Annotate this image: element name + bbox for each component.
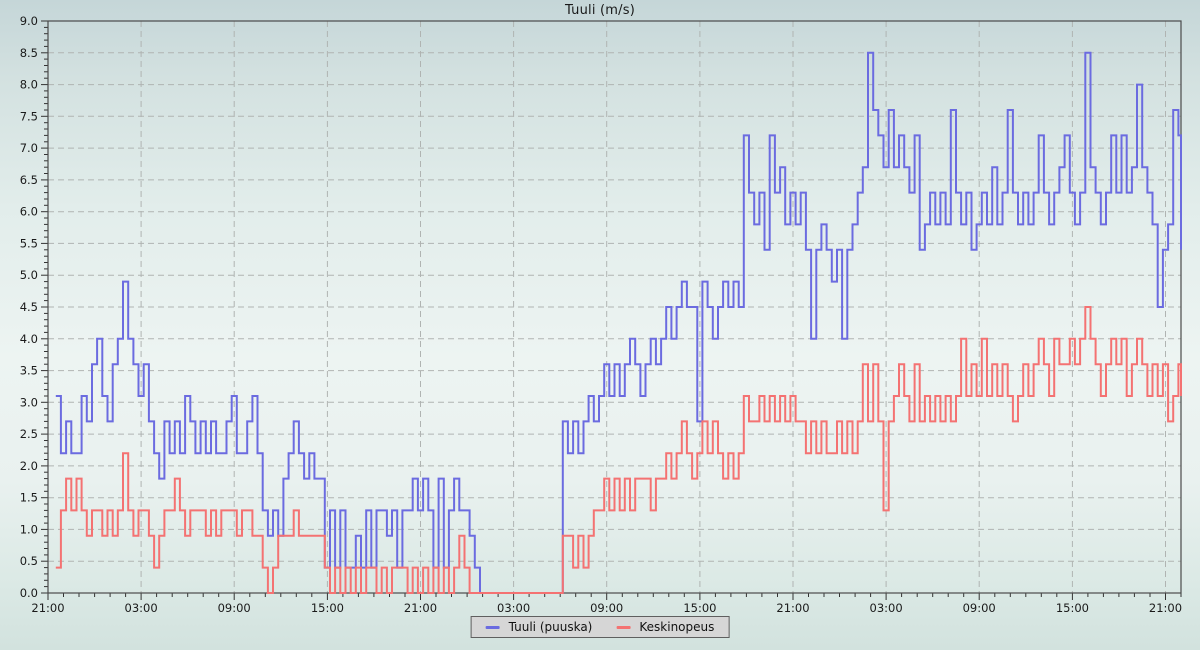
y-tick-label: 7.0	[20, 141, 38, 155]
y-tick-label: 0.0	[20, 586, 38, 600]
y-tick-label: 9.0	[20, 14, 38, 28]
x-tick-label: 03:00	[125, 601, 158, 615]
gust-line-swatch	[486, 626, 500, 629]
y-tick-label: 0.5	[20, 554, 38, 568]
x-tick-label: 09:00	[218, 601, 251, 615]
y-tick-label: 8.0	[20, 78, 38, 92]
x-tick-label: 21:00	[776, 601, 809, 615]
y-tick-label: 1.0	[20, 522, 38, 536]
y-tick-label: 5.5	[20, 236, 38, 250]
y-tick-label: 2.0	[20, 459, 38, 473]
y-tick-label: 8.5	[20, 46, 38, 60]
legend-item-gust: Tuuli (puuska)	[486, 620, 593, 634]
y-tick-label: 4.0	[20, 332, 38, 346]
legend-label-average: Keskinopeus	[639, 620, 714, 634]
gust-series-line	[56, 53, 1181, 593]
y-tick-label: 6.0	[20, 205, 38, 219]
y-tick-label: 3.0	[20, 395, 38, 409]
x-tick-label: 21:00	[404, 601, 437, 615]
y-tick-label: 4.5	[20, 300, 38, 314]
x-tick-label: 03:00	[870, 601, 903, 615]
x-tick-label: 03:00	[497, 601, 530, 615]
y-tick-label: 1.5	[20, 491, 38, 505]
legend-item-average: Keskinopeus	[616, 620, 714, 634]
chart-canvas: 0.0 0.5 1.0 1.5 2.0 2.5 3.0 3.5 4.0 4.5 5.0 5.5 6.0 6…	[0, 0, 1200, 650]
x-tick-label: 09:00	[590, 601, 623, 615]
average-series-line	[56, 307, 1181, 593]
x-tick-label: 15:00	[1056, 601, 1089, 615]
y-tick-label: 7.5	[20, 109, 38, 123]
y-tick-label: 3.5	[20, 364, 38, 378]
x-tick-label: 15:00	[311, 601, 344, 615]
x-tick-label: 21:00	[31, 601, 64, 615]
x-tick-label: 21:00	[1149, 601, 1182, 615]
y-tick-label: 2.5	[20, 427, 38, 441]
y-tick-label: 5.0	[20, 268, 38, 282]
x-tick-label: 09:00	[963, 601, 996, 615]
legend-label-gust: Tuuli (puuska)	[509, 620, 593, 634]
y-tick-label: 6.5	[20, 173, 38, 187]
average-line-swatch	[616, 626, 630, 629]
x-tick-label: 15:00	[683, 601, 716, 615]
legend: Tuuli (puuska) Keskinopeus	[471, 616, 730, 638]
